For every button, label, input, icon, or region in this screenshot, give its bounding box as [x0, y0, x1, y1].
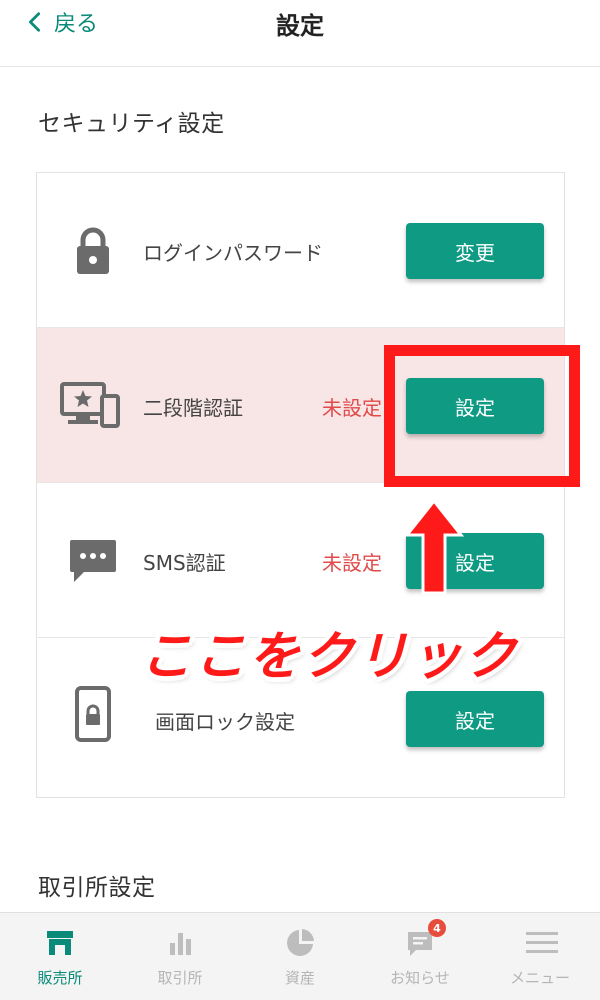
security-settings-card: ログインパスワード 変更 二段階認証 未設定 設定 SMS認証 未設定 設定 画…: [36, 172, 565, 798]
nav-label: メニュー: [509, 969, 570, 987]
status-badge: 未設定: [322, 551, 382, 575]
security-section-title: セキュリティ設定: [38, 111, 225, 137]
pie-chart-icon: [284, 927, 316, 959]
page-title: 設定: [276, 12, 324, 40]
nav-label: 販売所: [37, 969, 83, 987]
row-label: 二段階認証: [143, 396, 243, 420]
sms-setup-button[interactable]: 設定: [406, 533, 544, 589]
bar-chart-icon: [164, 927, 196, 959]
shop-icon: [44, 927, 76, 959]
row-two-factor-auth: 二段階認証 未設定 設定: [37, 328, 564, 483]
row-sms-auth: SMS認証 未設定 設定: [37, 483, 564, 638]
notification-badge: 4: [428, 919, 446, 937]
row-login-password: ログインパスワード 変更: [37, 173, 564, 328]
screen-lock-setup-button[interactable]: 設定: [406, 691, 544, 747]
devices-icon: [59, 378, 123, 434]
two-factor-setup-button[interactable]: 設定: [406, 378, 544, 434]
settings-page: 戻る 設定 セキュリティ設定 ログインパスワード 変更 二段階認証 未設定 設定…: [0, 0, 600, 1000]
notification-icon: 4: [404, 919, 446, 959]
nav-item-menu[interactable]: メニュー: [480, 913, 600, 1000]
nav-label: 資産: [284, 969, 315, 987]
row-label: 画面ロック設定: [155, 710, 295, 734]
exchange-section-title: 取引所設定: [38, 875, 156, 901]
nav-label: お知らせ: [390, 969, 450, 987]
row-label: ログインパスワード: [143, 241, 323, 265]
bottom-nav: 販売所 取引所 資産 4 お知らせ メニュー: [0, 912, 600, 1000]
nav-item-notifications[interactable]: 4 お知らせ: [360, 913, 480, 1000]
phone-lock-icon: [65, 686, 121, 742]
nav-item-assets[interactable]: 資産: [240, 913, 360, 1000]
status-badge: 未設定: [322, 396, 382, 420]
row-label: SMS認証: [143, 551, 226, 575]
row-screen-lock: 画面ロック設定 設定: [37, 638, 564, 797]
lock-icon: [65, 223, 121, 279]
change-password-button[interactable]: 変更: [406, 223, 544, 279]
menu-icon: [524, 927, 558, 959]
nav-item-exchange[interactable]: 取引所: [120, 913, 240, 1000]
message-icon: [65, 533, 121, 589]
nav-label: 取引所: [157, 969, 203, 987]
nav-item-shop[interactable]: 販売所: [0, 913, 120, 1000]
header: 戻る 設定: [0, 0, 600, 67]
